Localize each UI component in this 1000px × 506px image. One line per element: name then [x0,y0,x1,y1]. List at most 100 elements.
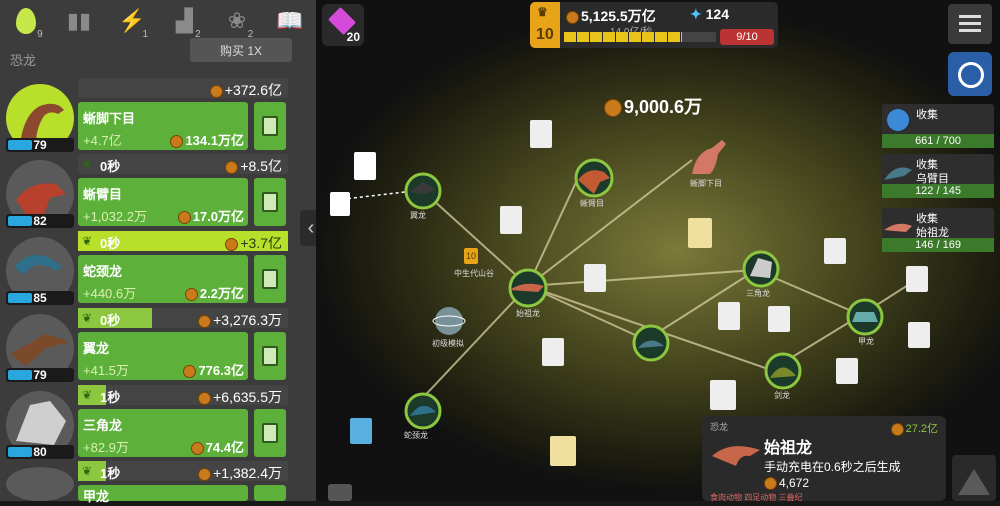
upgrade-card[interactable]: 蜥臂目 +1,032.2万 17.0万亿 [78,178,248,226]
map-node-simulation[interactable]: 初级模拟 [432,304,466,348]
tab-potions[interactable]: ▟ 2 [158,0,211,42]
radar-icon [958,62,984,88]
buy-quantity-button[interactable]: 购买 1X [190,38,292,62]
menu-button[interactable] [948,4,992,44]
quest-progress: 146 / 169 [882,238,994,252]
coin-icon [566,10,579,24]
card-button[interactable] [254,178,286,226]
map-card-node[interactable] [350,418,372,444]
map-card-node[interactable] [688,218,712,248]
next-value: +6,635.5万 [198,387,282,407]
next-value: +3.7亿 [225,233,282,253]
dino-cost: 17.0万亿 [177,206,244,225]
dinosaur-node-icon [632,324,670,362]
archosaur-portrait-icon [712,446,760,466]
map-node-saurischian[interactable]: 蜥臂目 [574,158,614,208]
leaf-icon: ❦ [82,157,93,171]
dino-row: ❦ 0秒 +3.7亿 85 蛇颈龙 +440.6万 2.2万亿 [0,231,316,308]
row-timer: ❦ 0秒 +3,276.3万 [78,308,288,328]
coin-icon [225,237,239,251]
card-button[interactable] [254,409,286,457]
dino-name: 甲龙 [83,489,110,504]
map-card-node[interactable] [908,322,930,348]
coin-icon [764,477,777,491]
camera-icon[interactable] [328,484,352,501]
upgrade-card[interactable]: 蛇颈龙 +440.6万 2.2万亿 [78,255,248,303]
upgrade-card[interactable]: 三角龙 +82.9万 74.4亿 [78,409,248,457]
card-button[interactable] [254,255,286,303]
leaf-icon: ❦ [82,464,93,478]
egg-icon [16,8,37,34]
timer-text: 0秒 [100,159,121,174]
map-card-node[interactable] [542,338,564,366]
map-node-stegosaur[interactable]: 剑龙 [764,352,802,400]
info-name: 始祖龙 [764,440,813,457]
node-label: 中生代山谷 [454,269,494,278]
card-button[interactable] [254,485,286,501]
map-card-node[interactable] [824,238,846,264]
map-card-node[interactable] [530,120,552,148]
map-node-ankylosaur[interactable]: 甲龙 [846,298,884,346]
stage-counter[interactable]: 9/10 [720,29,774,45]
map-card-node[interactable] [330,192,350,216]
hamburger-icon [959,15,981,18]
map-node-pterosaur[interactable]: 翼龙 [404,172,442,220]
pterosaur-node-icon [404,172,442,210]
archosaur-node-icon [508,268,548,308]
dino-row: +372.6亿 79 蜥脚下目 +4.7亿 134.1万亿 [0,78,316,155]
map-card-node[interactable] [584,264,606,292]
tab-eggs[interactable]: 9 [0,0,53,42]
map-card-node[interactable] [906,266,928,292]
upgrade-card[interactable]: 甲龙 [78,485,248,504]
leaf-icon: ❦ [82,311,93,325]
tab-boost[interactable]: ⚡ 1 [105,0,158,42]
map-node-dinosaur[interactable] [632,324,670,367]
dino-rate: +1,032.2万 [83,209,147,224]
dino-rate: +41.5万 [83,363,129,378]
map-card-node[interactable] [500,206,522,234]
plesiosaur-node-icon [404,392,442,430]
upgrade-card[interactable]: 翼龙 +41.5万 776.3亿 [78,332,248,380]
map-card-node[interactable] [550,436,576,466]
timer-text: 1秒 [100,390,121,405]
tab-medals[interactable]: ❀ 2 [211,0,264,42]
leaf-icon: ❦ [82,234,93,248]
tab-book[interactable]: 📖 [263,0,316,42]
row-timer: ❦ 0秒 +8.5亿 [78,154,288,174]
map-node-archosaur[interactable]: 始祖龙 [508,268,548,318]
dino-name: 翼龙 [83,341,110,356]
quest-card[interactable]: 收集 乌臂目 122 / 145 [882,154,994,198]
coin-icon [209,84,223,98]
cube-counter[interactable]: 20 [322,4,364,46]
next-value: +8.5亿 [225,156,282,176]
map-card-node[interactable] [354,152,376,180]
map-card-node[interactable] [836,358,858,384]
map-node-triceratops[interactable]: 三角龙 [742,250,780,298]
upgrade-card[interactable]: 蜥脚下目 +4.7亿 134.1万亿 [78,102,248,150]
node-label: 剑龙 [774,391,790,400]
coin-icon [198,391,212,405]
map-node-sauropod[interactable]: 蜥脚下目 [688,138,732,188]
top-tab-bar: 9 ▮▮ ⚡ 1 ▟ 2 ❀ 2 📖 [0,0,316,42]
dino-rate: +82.9万 [83,440,129,455]
map-node-valley[interactable]: 10 中生代山谷 [454,248,494,278]
quest-card[interactable]: 收集 始祖龙 146 / 169 [882,208,994,252]
timer-text: 1秒 [100,466,121,481]
info-tags: 食肉动物 四足动物 三叠纪 [710,493,803,502]
tab-cards[interactable]: ▮▮ [53,0,106,42]
coin-icon [170,135,184,149]
map-card-node[interactable] [710,380,736,410]
map-node-plesiosaur[interactable]: 蛇颈龙 [404,392,442,440]
quest-card[interactable]: 收集 661 / 700 [882,104,994,148]
radar-button[interactable] [948,52,992,96]
gem-count: ✦ 124 [690,6,729,22]
map-card-node[interactable] [718,302,740,330]
dino-portrait[interactable] [6,467,74,501]
level-badge: 79 [6,368,74,382]
card-button[interactable] [254,332,286,380]
coin-icon [198,467,212,481]
card-button[interactable] [254,102,286,150]
cube-count: 20 [346,30,360,44]
mountain-button[interactable] [952,455,996,501]
map-card-node[interactable] [768,306,790,332]
